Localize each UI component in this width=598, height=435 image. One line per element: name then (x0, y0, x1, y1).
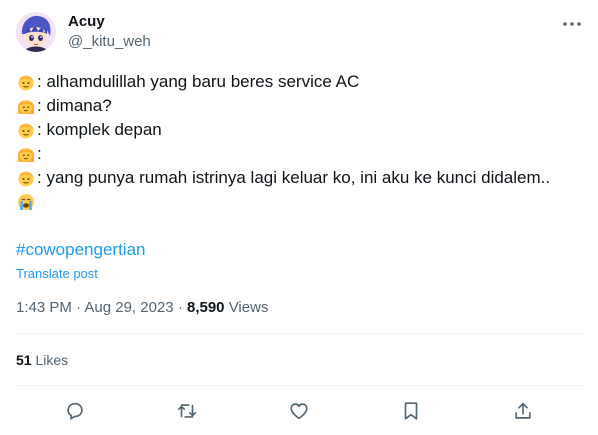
retweet-button[interactable] (176, 400, 198, 422)
translate-post-link[interactable]: Translate post (16, 266, 98, 282)
tweet-line-text: : (37, 144, 42, 163)
anime-avatar-icon (16, 12, 56, 52)
tweet-line-text: : dimana? (37, 96, 112, 115)
tweet-time[interactable]: 1:43 PM (16, 299, 72, 316)
woman-face-emoji (18, 148, 34, 162)
tweet-body: : alhamdulillah yang baru beres service … (16, 70, 582, 214)
man-face-emoji (18, 75, 34, 91)
tweet-line-text: : yang punya rumah istrinya lagi keluar … (37, 168, 551, 187)
reply-button[interactable] (64, 400, 86, 422)
tweet-line (16, 190, 582, 214)
views-label: Views (228, 299, 269, 316)
loudly-crying-face-emoji (18, 194, 34, 210)
more-horizontal-icon (563, 22, 581, 26)
views-count: 8,590 (186, 299, 225, 316)
tweet-line-text: : alhamdulillah yang baru beres service … (37, 72, 360, 91)
likes-label: Likes (35, 352, 69, 368)
bookmark-button[interactable] (400, 400, 422, 422)
woman-face-emoji (18, 100, 34, 114)
more-options-button[interactable] (560, 12, 584, 36)
man-face-emoji (18, 171, 34, 187)
tweet-line: : komplek depan (16, 118, 582, 142)
hashtag-link[interactable]: #cowopengertian (16, 238, 145, 262)
tweet-line: : (16, 142, 582, 166)
like-icon (290, 403, 308, 420)
share-icon (515, 402, 531, 419)
author-handle[interactable]: @_kitu_weh (68, 32, 151, 52)
meta-separator: · (177, 299, 183, 316)
tweet-line: : dimana? (16, 94, 582, 118)
divider (16, 333, 582, 334)
like-button[interactable] (288, 400, 310, 422)
avatar[interactable] (16, 12, 56, 52)
share-button[interactable] (512, 400, 534, 422)
meta-separator: · (76, 299, 82, 316)
tweet-line: : alhamdulillah yang baru beres service … (16, 70, 582, 94)
divider (16, 385, 582, 386)
reply-icon (67, 402, 83, 420)
author-display-name[interactable]: Acuy (68, 12, 105, 32)
tweet-line: : yang punya rumah istrinya lagi keluar … (16, 166, 582, 190)
bookmark-icon (404, 402, 418, 420)
tweet-date[interactable]: Aug 29, 2023 (84, 299, 173, 316)
man-face-emoji (18, 123, 34, 139)
likes-count: 51 (16, 352, 32, 368)
tweet-line-text: : komplek depan (37, 120, 162, 139)
tweet-meta: 1:43 PM · Aug 29, 2023 · 8,590 Views (16, 298, 268, 318)
likes-stat[interactable]: 51 Likes (16, 350, 68, 370)
retweet-icon (177, 404, 197, 418)
